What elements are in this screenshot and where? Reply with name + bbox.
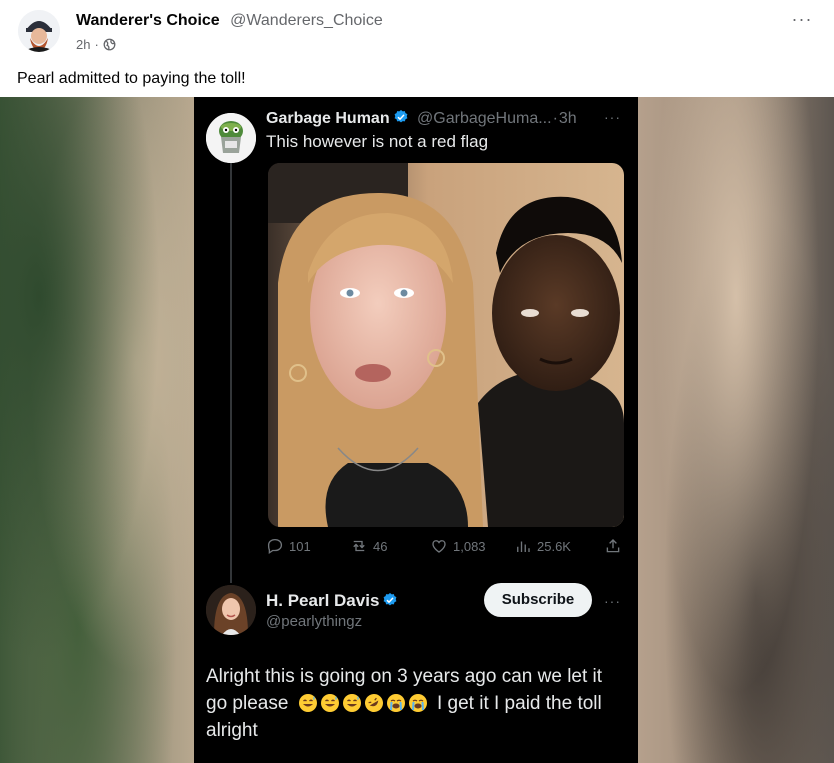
rofl-emoji xyxy=(364,694,383,712)
share-action xyxy=(604,537,622,555)
tweet1-time: 3h xyxy=(558,110,577,127)
tweet1-handle: @GarbageHuma... xyxy=(417,110,552,127)
tweet2-handle: @pearlythingz xyxy=(266,613,363,630)
sob-emoji xyxy=(386,694,405,712)
heart-icon xyxy=(432,540,446,553)
tweet1-actions: 101 46 1,083 25.6K xyxy=(266,537,624,559)
verified-icon xyxy=(394,110,407,123)
tweet1-text: This however is not a red flag xyxy=(266,132,489,151)
sweat-smile-emoji xyxy=(342,694,361,712)
tweet1-more-icon: ··· xyxy=(604,109,621,125)
retweet-icon xyxy=(353,540,365,552)
tweet2-more-icon: ··· xyxy=(604,593,621,609)
thread-line xyxy=(230,163,232,583)
subscribe-button: Subscribe xyxy=(484,583,592,617)
tweet1-separator: · xyxy=(552,110,558,127)
post-time[interactable]: 2h xyxy=(76,37,90,52)
image-blur-left xyxy=(0,97,194,763)
tweet1-header: Garbage Human @GarbageHuma...·3h xyxy=(266,109,577,128)
retweet-count: 46 xyxy=(373,538,388,554)
emoji-row xyxy=(298,693,428,713)
tweet2-avatar xyxy=(206,585,256,635)
author-name[interactable]: Wanderer's Choice xyxy=(76,12,220,29)
tweet2-text: Alright this is going on 3 years ago can… xyxy=(206,663,626,744)
views-action: 25.6K xyxy=(514,537,571,555)
post-image[interactable]: Garbage Human @GarbageHuma...·3h ··· Thi… xyxy=(0,97,834,763)
like-action: 1,083 xyxy=(430,537,486,555)
author-avatar[interactable] xyxy=(18,10,60,52)
globe-icon xyxy=(103,38,116,51)
post-meta: 2h · xyxy=(76,37,116,52)
reply-count: 101 xyxy=(289,538,311,554)
retweet-action: 46 xyxy=(350,537,387,555)
tweet2-name: H. Pearl Davis xyxy=(266,591,380,610)
views-icon xyxy=(517,541,530,552)
tweet1-photo xyxy=(268,163,624,527)
image-blur-right xyxy=(638,97,834,763)
tweet1-name: Garbage Human xyxy=(266,110,390,127)
meta-separator: · xyxy=(94,37,99,52)
sweat-smile-emoji xyxy=(320,694,339,712)
tweet2-header: H. Pearl Davis xyxy=(266,591,398,611)
share-icon xyxy=(606,539,620,553)
reply-action: 101 xyxy=(266,537,311,555)
verified-icon xyxy=(384,593,397,606)
post-header: Wanderer's Choice @Wanderers_Choice 2h ·… xyxy=(0,0,834,62)
like-count: 1,083 xyxy=(453,538,486,554)
post-text: Pearl admitted to paying the toll! xyxy=(17,70,246,87)
sob-emoji xyxy=(408,694,427,712)
tweet1-avatar xyxy=(206,113,256,163)
reply-icon xyxy=(267,538,283,555)
sweat-smile-emoji xyxy=(298,694,317,712)
author-handle[interactable]: @Wanderers_Choice xyxy=(230,12,383,29)
post-options-button[interactable]: ··· xyxy=(788,10,816,34)
author-line: Wanderer's Choice @Wanderers_Choice xyxy=(76,12,383,30)
tweet-screenshot: Garbage Human @GarbageHuma...·3h ··· Thi… xyxy=(194,97,638,763)
views-count: 25.6K xyxy=(537,538,571,554)
